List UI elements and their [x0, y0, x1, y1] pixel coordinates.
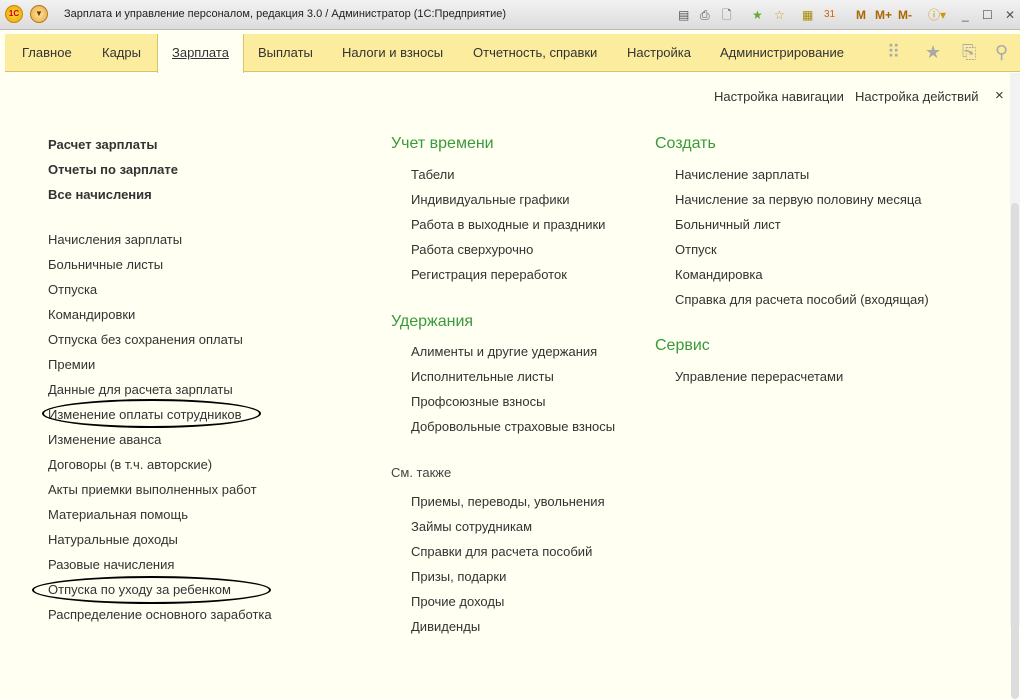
list-item[interactable]: Разовые начисления — [48, 557, 174, 572]
search-icon[interactable]: ⚲ — [995, 42, 1008, 63]
list-item[interactable]: Начисление за первую половину месяца — [675, 192, 922, 207]
print-icon[interactable]: ⎙ — [700, 6, 710, 24]
link-bold[interactable]: Все начисления — [48, 187, 152, 202]
memory-minus-button[interactable]: M- — [898, 6, 912, 24]
memory-button[interactable]: M — [856, 6, 866, 24]
list-item[interactable]: Справки для расчета пособий — [411, 544, 592, 559]
minimize-button[interactable]: _ — [962, 6, 969, 24]
list-item[interactable]: Командировка — [675, 267, 763, 282]
list-item[interactable]: Отпуск — [675, 242, 717, 257]
title-bar: 1С ▼ Зарплата и управление персоналом, р… — [0, 0, 1020, 30]
list-item[interactable]: Добровольные страховые взносы — [411, 419, 615, 434]
list-item[interactable]: Призы, подарки — [411, 569, 506, 584]
add-favorite-icon[interactable]: ★ — [752, 6, 763, 24]
list-item[interactable]: Регистрация переработок — [411, 267, 567, 282]
tab-main[interactable]: Главное — [22, 34, 72, 72]
list-item[interactable]: Больничные листы — [48, 257, 163, 272]
close-window-button[interactable]: ✕ — [1005, 6, 1015, 24]
list-item[interactable]: Командировки — [48, 307, 135, 322]
list-item[interactable]: Работа сверхурочно — [411, 242, 533, 257]
list-item[interactable]: Табели — [411, 167, 455, 182]
list-item[interactable]: Отпуска без сохранения оплаты — [48, 332, 243, 347]
tab-salary[interactable]: Зарплата — [157, 34, 244, 73]
list-item[interactable]: Договоры (в т.ч. авторские) — [48, 457, 212, 472]
highlight-oval — [42, 399, 261, 428]
favorites-icon[interactable]: ☆ — [774, 6, 785, 24]
list-item[interactable]: Профсоюзные взносы — [411, 394, 545, 409]
highlight-oval — [32, 576, 271, 604]
tab-reports[interactable]: Отчетность, справки — [473, 34, 597, 72]
list-item[interactable]: Дивиденды — [411, 619, 480, 634]
list-item[interactable]: Индивидуальные графики — [411, 192, 570, 207]
group-heading-deductions: Удержания — [391, 313, 474, 330]
list-item[interactable]: Данные для расчета зарплаты — [48, 382, 233, 397]
app-logo-icon: 1С — [5, 5, 23, 23]
list-item[interactable]: Изменение аванса — [48, 432, 161, 447]
tab-hr[interactable]: Кадры — [102, 34, 141, 72]
list-item[interactable]: Начисления зарплаты — [48, 232, 182, 247]
save-icon[interactable]: ▤ — [678, 6, 689, 24]
list-item[interactable]: Больничный лист — [675, 217, 781, 232]
main-menu-button[interactable]: ▼ — [30, 5, 48, 23]
all-functions-icon[interactable]: ⠿ — [887, 42, 900, 63]
group-heading-time: Учет времени — [391, 135, 494, 152]
tab-settings[interactable]: Настройка — [627, 34, 691, 72]
section-nav: Главное Кадры Зарплата Выплаты Налоги и … — [5, 34, 1020, 73]
preview-icon[interactable]: 🗋 — [722, 6, 732, 24]
tab-taxes[interactable]: Налоги и взносы — [342, 34, 443, 72]
list-item[interactable]: Справка для расчета пособий (входящая) — [675, 292, 929, 307]
calendar-icon[interactable]: 31 — [824, 6, 835, 24]
history-icon[interactable]: ⎘ — [962, 42, 976, 63]
group-heading-service: Сервис — [655, 337, 710, 354]
list-item[interactable]: Займы сотрудникам — [411, 519, 532, 534]
maximize-button[interactable]: ☐ — [982, 6, 993, 24]
link-bold[interactable]: Отчеты по зарплате — [48, 162, 178, 177]
tab-payments[interactable]: Выплаты — [258, 34, 313, 72]
list-item[interactable]: Натуральные доходы — [48, 532, 178, 547]
action-settings-link[interactable]: Настройка действий — [855, 89, 979, 104]
list-item[interactable]: Премии — [48, 357, 95, 372]
calculator-icon[interactable]: ▦ — [802, 6, 813, 24]
list-item[interactable]: Начисление зарплаты — [675, 167, 809, 182]
group-heading-see-also: См. также — [391, 465, 452, 480]
tab-administration[interactable]: Администрирование — [720, 34, 844, 72]
window-title: Зарплата и управление персоналом, редакц… — [64, 8, 507, 20]
close-icon[interactable]: × — [995, 87, 1004, 104]
info-icon[interactable]: ⓘ▾ — [928, 6, 946, 24]
link-bold[interactable]: Расчет зарплаты — [48, 137, 157, 152]
list-item[interactable]: Алименты и другие удержания — [411, 344, 597, 359]
list-item[interactable]: Распределение основного заработка — [48, 607, 272, 622]
group-heading-create: Создать — [655, 135, 716, 152]
scrollbar-thumb[interactable] — [1011, 203, 1019, 699]
list-item[interactable]: Материальная помощь — [48, 507, 188, 522]
list-item[interactable]: Приемы, переводы, увольнения — [411, 494, 605, 509]
favorites-star-icon[interactable]: ★ — [925, 42, 941, 63]
list-item[interactable]: Работа в выходные и праздники — [411, 217, 605, 232]
navigation-settings-link[interactable]: Настройка навигации — [714, 89, 844, 104]
list-item[interactable]: Управление перерасчетами — [675, 369, 843, 384]
scrollbar[interactable] — [1010, 73, 1020, 699]
list-item[interactable]: Прочие доходы — [411, 594, 504, 609]
list-item[interactable]: Акты приемки выполненных работ — [48, 482, 257, 497]
memory-plus-button[interactable]: M+ — [875, 6, 892, 24]
list-item[interactable]: Исполнительные листы — [411, 369, 554, 384]
list-item[interactable]: Отпуска — [48, 282, 97, 297]
